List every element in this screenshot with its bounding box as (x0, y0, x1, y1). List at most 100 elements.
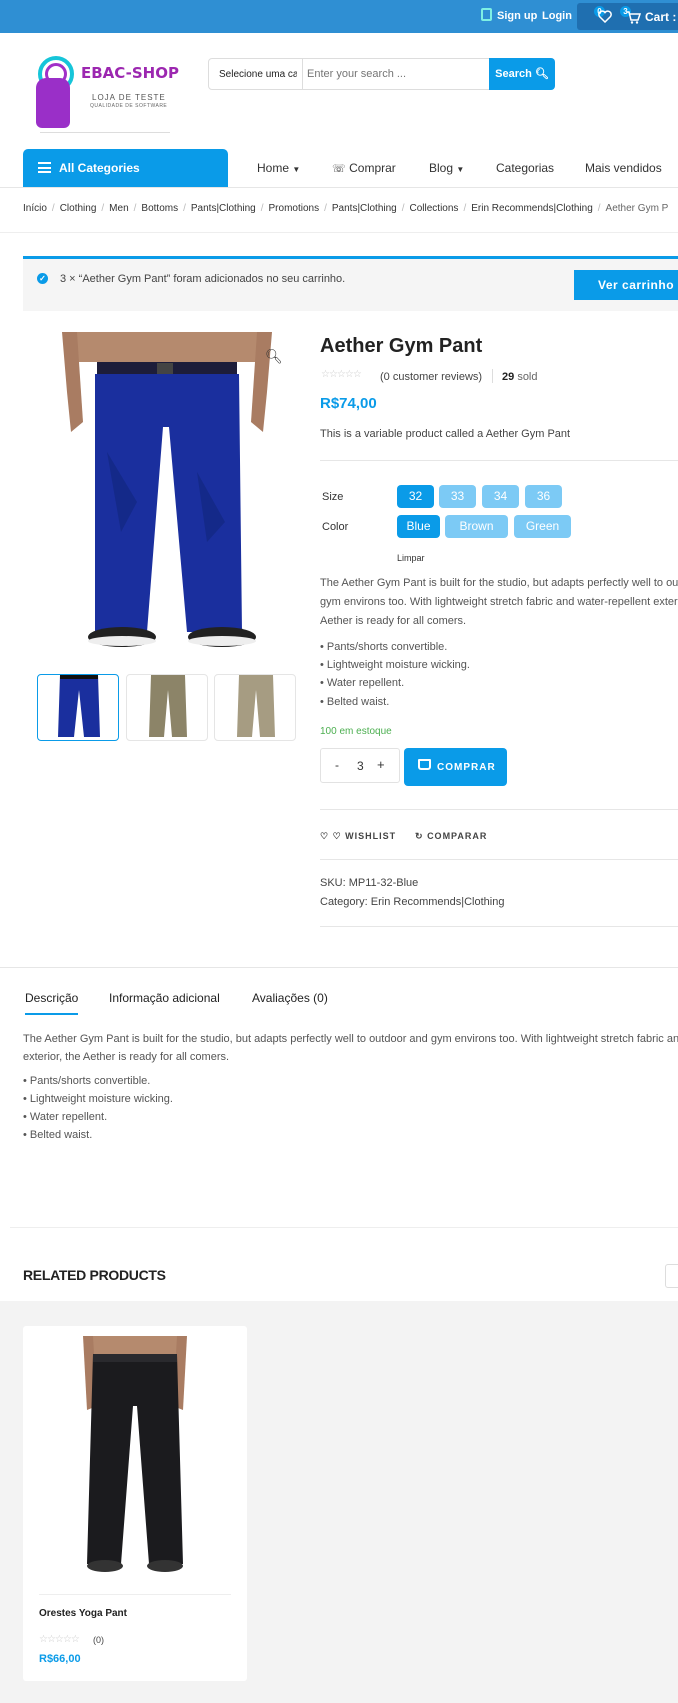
thumb-pants-blue (58, 675, 100, 737)
menu-icon (38, 162, 51, 173)
breadcrumb-item[interactable]: Início (23, 203, 47, 214)
signup-link[interactable]: Sign up (497, 10, 537, 22)
all-categories-label: All Categories (59, 161, 140, 175)
color-brown-button[interactable]: Brown (445, 515, 508, 538)
add-to-cart-label: COMPRAR (437, 762, 496, 773)
logo-hand-icon (36, 78, 70, 128)
tab-feature-bullet: • Belted waist. (23, 1129, 93, 1141)
nav-mais-vendidos[interactable]: Mais vendidos (585, 161, 662, 175)
qty-input[interactable]: 3 (357, 759, 364, 773)
tab-description-line: exterior, the Aether is ready for all co… (23, 1051, 230, 1063)
search-category-select[interactable]: Selecione uma cat (219, 69, 297, 80)
nav-blog-label: Blog (429, 161, 454, 175)
sold-separator (492, 369, 493, 383)
qty-increase-button[interactable]: + (377, 757, 385, 772)
breadcrumb-item[interactable]: Clothing (60, 203, 97, 214)
category-link[interactable]: Erin Recommends|Clothing (371, 896, 505, 908)
refresh-icon: ↻ (415, 831, 424, 841)
sku-label: SKU: (320, 877, 346, 889)
size-36-button[interactable]: 36 (525, 485, 562, 508)
nav-home[interactable]: Home ▼ (257, 161, 300, 175)
breadcrumb-item[interactable]: Men (109, 203, 128, 214)
sku-value: MP11-32-Blue (348, 877, 419, 889)
breadcrumb-item[interactable]: Pants|Clothing (332, 203, 397, 214)
check-icon: ✓ (37, 273, 48, 284)
pants-image (37, 332, 297, 659)
caret-down-icon: ▼ (292, 165, 301, 174)
feature-bullet: • Lightweight moisture wicking. (320, 659, 470, 671)
short-description: This is a variable product called a Aeth… (320, 428, 571, 440)
cart-label[interactable]: Cart : R (645, 10, 678, 24)
yoga-pants-image (39, 1336, 231, 1576)
thumbnail-brown[interactable] (126, 674, 208, 741)
zoom-icon[interactable]: 🔍︎ (265, 348, 283, 365)
customer-reviews-link[interactable]: (0 customer reviews) (380, 371, 482, 383)
color-blue-button[interactable]: Blue (397, 515, 440, 538)
description-line: Aether is ready for all comers. (320, 615, 467, 627)
nav-categorias[interactable]: Categorias (496, 161, 554, 175)
divider (320, 926, 678, 927)
size-33-button[interactable]: 33 (439, 485, 476, 508)
caret-down-icon: ▼ (456, 165, 465, 174)
related-product-name[interactable]: Orestes Yoga Pant (39, 1608, 127, 1619)
nav-comprar-label: Comprar (349, 161, 396, 175)
divider (320, 809, 678, 810)
qty-decrease-button[interactable]: - (335, 758, 339, 772)
headset-icon: ☏ (332, 163, 346, 175)
view-cart-button[interactable]: Ver carrinho (574, 270, 678, 300)
top-bar: Sign up Login 0 3 Cart : R (0, 0, 678, 33)
logo-subtitle: LOJA DE TESTE (92, 93, 166, 102)
size-32-button[interactable]: 32 (397, 485, 434, 508)
add-to-cart-button[interactable]: COMPRAR (404, 748, 507, 786)
product-main-image[interactable] (37, 332, 297, 659)
nav-blog[interactable]: Blog ▼ (429, 161, 464, 175)
card-divider (39, 1594, 231, 1595)
breadcrumb-item[interactable]: Erin Recommends|Clothing (471, 203, 593, 214)
thumbnail-green[interactable] (214, 674, 296, 741)
feature-bullet: • Water repellent. (320, 677, 405, 689)
clear-selection-link[interactable]: Limpar (397, 553, 425, 563)
tab-descricao[interactable]: Descrição (25, 991, 79, 1015)
thumbnail-blue[interactable] (37, 674, 119, 741)
nav-divider (0, 187, 678, 188)
carousel-nav-button[interactable] (665, 1264, 678, 1288)
wishlist-button[interactable]: ♡ ♡ WISHLIST (320, 831, 396, 842)
cart-icon[interactable] (626, 11, 641, 24)
all-categories-button[interactable]: All Categories (23, 149, 228, 187)
search-button[interactable]: Search 🔍︎ (489, 58, 555, 90)
category-label: Category: (320, 896, 368, 908)
compare-button[interactable]: ↻ COMPARAR (415, 831, 487, 842)
search-input[interactable] (307, 60, 493, 88)
search-button-label: Search (495, 68, 532, 80)
related-product-reviews: (0) (93, 1635, 104, 1645)
color-green-button[interactable]: Green (514, 515, 571, 538)
nav-comprar[interactable]: ☏ Comprar (332, 161, 396, 175)
tab-description-line: The Aether Gym Pant is built for the stu… (23, 1033, 678, 1045)
tab-informacao-adicional[interactable]: Informação adicional (109, 991, 220, 1005)
breadcrumb-item[interactable]: Pants|Clothing (191, 203, 256, 214)
related-product-card[interactable]: Orestes Yoga Pant ☆☆☆☆☆ (0) R$66,00 (23, 1326, 247, 1681)
heart-icon[interactable] (598, 10, 612, 23)
login-link[interactable]: Login (542, 10, 572, 22)
related-divider (10, 1227, 678, 1228)
tab-feature-bullet: • Water repellent. (23, 1111, 108, 1123)
product-description: The Aether Gym Pant is built for the stu… (320, 574, 678, 631)
breadcrumb-item[interactable]: Bottoms (141, 203, 178, 214)
notice-message: 3 × “Aether Gym Pant” foram adicionados … (60, 273, 346, 285)
search-bar: Selecione uma cat Search 🔍︎ (208, 58, 555, 90)
breadcrumb-item[interactable]: Promotions (269, 203, 320, 214)
size-label: Size (322, 491, 344, 503)
tab-avaliacoes[interactable]: Avaliações (0) (252, 991, 328, 1005)
sku-row: SKU: MP11-32-Blue (320, 877, 418, 889)
description-line: The Aether Gym Pant is built for the stu… (320, 577, 678, 589)
breadcrumb-item[interactable]: Collections (410, 203, 459, 214)
tab-feature-bullet: • Lightweight moisture wicking. (23, 1093, 173, 1105)
heart-icon: ♡ ♡ (320, 831, 342, 841)
feature-bullet: • Belted waist. (320, 696, 390, 708)
cart-icon (418, 759, 431, 770)
rating-stars-icon: ☆☆☆☆☆ (39, 1634, 80, 1645)
compare-label: COMPARAR (427, 831, 488, 841)
signup-icon[interactable] (481, 8, 492, 21)
size-34-button[interactable]: 34 (482, 485, 519, 508)
related-product-image[interactable] (39, 1336, 231, 1576)
